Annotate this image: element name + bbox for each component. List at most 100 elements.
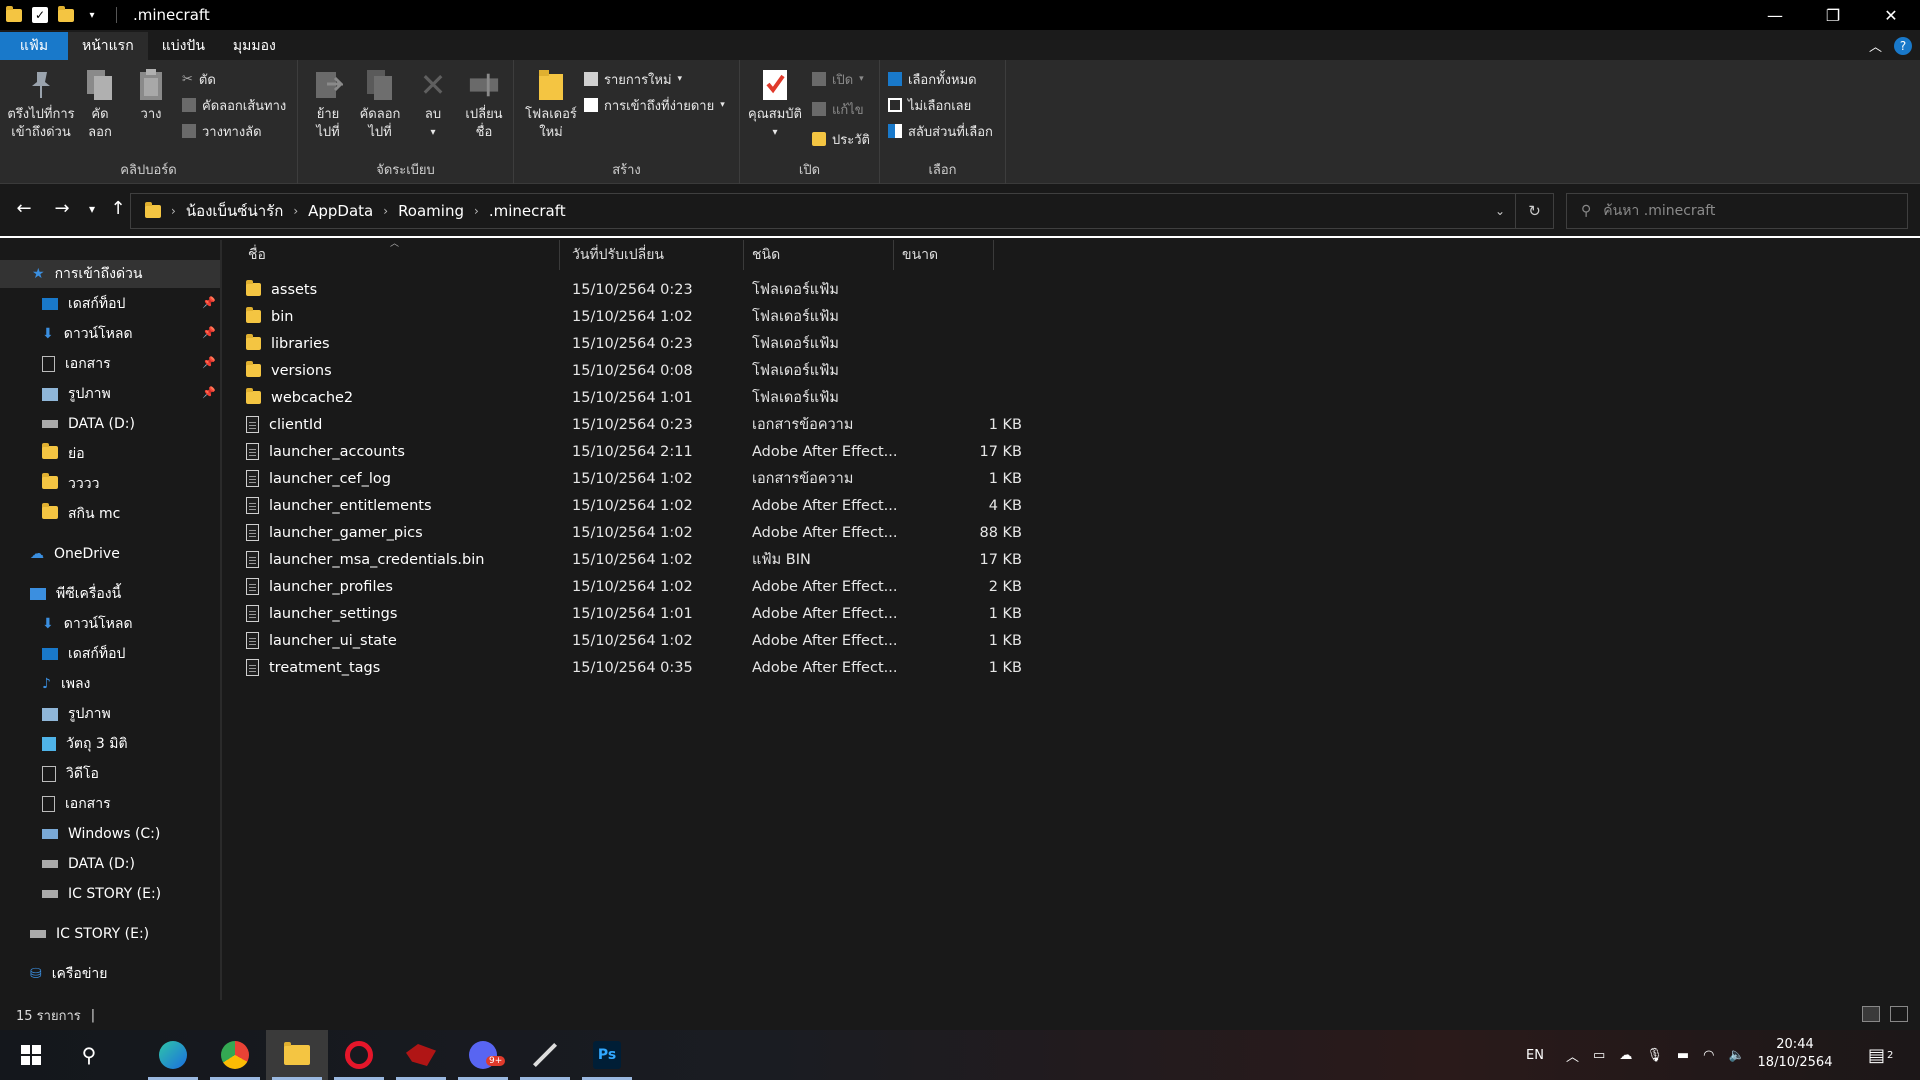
sidebar-item-documents[interactable]: เอกสาร xyxy=(42,790,111,818)
wifi-icon[interactable]: ◠ xyxy=(1703,1048,1714,1063)
pin-quick-access-button[interactable]: ตรึงไปที่การ เข้าถึงด่วน xyxy=(6,68,76,142)
sidebar-item-ic-story-e[interactable]: IC STORY (E:) xyxy=(42,880,161,908)
file-row[interactable]: launcher_gamer_pics 15/10/2564 1:02 Adobe … xyxy=(246,519,1026,546)
file-row[interactable]: bin 15/10/2564 1:02 โฟลเดอร์แฟ้ม xyxy=(246,303,1026,330)
sidebar-item-windows-c[interactable]: Windows (C:) xyxy=(42,820,160,848)
forward-button[interactable]: → xyxy=(50,198,74,219)
tab-share[interactable]: แบ่งปัน xyxy=(148,32,219,60)
recent-locations-dropdown[interactable]: ▾ xyxy=(80,202,104,216)
sidebar-item-network[interactable]: ⛁ เครือข่าย xyxy=(30,960,107,988)
file-row[interactable]: launcher_ui_state 15/10/2564 1:02 Adobe Af… xyxy=(246,627,1026,654)
show-hidden-icons-icon[interactable]: ︿ xyxy=(1566,1046,1579,1065)
file-row[interactable]: launcher_msa_credentials.bin 15/10/2564 1… xyxy=(246,546,1026,573)
paste-shortcut-button[interactable]: วางทางลัด xyxy=(182,120,262,142)
rename-button[interactable]: เปลี่ยน ชื่อ xyxy=(462,68,506,142)
sidebar-item-onedrive[interactable]: ☁ OneDrive xyxy=(30,540,120,568)
file-row[interactable]: libraries 15/10/2564 0:23 โฟลเดอร์แฟ้ม xyxy=(246,330,1026,357)
tab-home[interactable]: หน้าแรก xyxy=(68,32,148,60)
cut-button[interactable]: ✂ ตัด xyxy=(182,68,216,90)
sidebar-item-quick-access[interactable]: ★ การเข้าถึงด่วน xyxy=(0,260,220,288)
photoshop-icon[interactable]: Ps xyxy=(576,1030,638,1080)
tab-file[interactable]: แฟ้ม xyxy=(0,32,68,60)
sidebar-item-folder-yo[interactable]: ย่อ xyxy=(42,440,85,468)
battery-icon[interactable]: ▬ xyxy=(1677,1048,1689,1063)
discord-icon[interactable]: 9+ xyxy=(452,1030,514,1080)
search-button[interactable]: ⚲ xyxy=(58,1030,120,1080)
camera-icon[interactable]: ▭ xyxy=(1593,1048,1605,1063)
refresh-icon[interactable]: ↻ xyxy=(1515,194,1553,228)
sidebar-item-pictures[interactable]: รูปภาพ xyxy=(42,700,111,728)
large-icons-view-icon[interactable] xyxy=(1890,1006,1908,1022)
file-row[interactable]: launcher_entitlements 15/10/2564 1:02 Adob… xyxy=(246,492,1026,519)
file-row[interactable]: launcher_profiles 15/10/2564 1:02 Adobe Af… xyxy=(246,573,1026,600)
properties-check-icon[interactable]: ✓ xyxy=(32,7,48,23)
collapse-ribbon-icon[interactable]: ︿ xyxy=(1869,36,1882,55)
language-indicator[interactable]: EN xyxy=(1526,1030,1544,1080)
select-none-button[interactable]: ไม่เลือกเลย xyxy=(888,94,971,116)
sidebar-item-3d-objects[interactable]: วัตถุ 3 มิติ xyxy=(42,730,128,758)
new-item-button[interactable]: รายการใหม่ ▾ xyxy=(584,68,682,90)
microphone-icon[interactable]: 🎙 xyxy=(1646,1048,1663,1063)
opera-icon[interactable] xyxy=(328,1030,390,1080)
address-dropdown-icon[interactable]: ⌄ xyxy=(1495,204,1505,218)
close-button[interactable]: ✕ xyxy=(1862,0,1920,30)
restore-button[interactable]: ❐ xyxy=(1804,0,1862,30)
sidebar-item-folder-wwww[interactable]: วววว xyxy=(42,470,99,498)
search-input[interactable]: ⚲ ค้นหา .minecraft xyxy=(1566,193,1908,229)
easy-access-button[interactable]: การเข้าถึงที่ง่ายดาย ▾ xyxy=(584,94,725,116)
file-row[interactable]: webcache2 15/10/2564 1:01 โฟลเดอร์แฟ้ม xyxy=(246,384,1026,411)
minimize-button[interactable]: — xyxy=(1746,0,1804,30)
invert-selection-button[interactable]: สลับส่วนที่เลือก xyxy=(888,120,993,142)
select-all-button[interactable]: เลือกทั้งหมด xyxy=(888,68,977,90)
help-icon[interactable]: ? xyxy=(1894,36,1912,55)
file-row[interactable]: assets 15/10/2564 0:23 โฟลเดอร์แฟ้ม xyxy=(246,276,1026,303)
file-row[interactable]: launcher_accounts 15/10/2564 2:11 Adobe Af… xyxy=(246,438,1026,465)
sidebar-item-videos[interactable]: วิดีโอ xyxy=(42,760,99,788)
history-button[interactable]: ประวัติ xyxy=(812,128,870,150)
volume-icon[interactable]: 🔈 xyxy=(1728,1048,1744,1063)
customize-qat-icon[interactable]: ▾ xyxy=(84,7,100,23)
tab-view[interactable]: มุมมอง xyxy=(219,32,290,60)
breadcrumb-user[interactable]: น้องเบ็นซ์น่ารัก xyxy=(186,199,284,223)
sidebar-item-data-d[interactable]: DATA (D:) xyxy=(42,850,135,878)
details-view-icon[interactable] xyxy=(1862,1006,1880,1022)
file-row[interactable]: versions 15/10/2564 0:08 โฟลเดอร์แฟ้ม xyxy=(246,357,1026,384)
clock[interactable]: 20:44 18/10/2564 xyxy=(1750,1036,1840,1072)
sidebar-item-pictures-pinned[interactable]: รูปภาพ xyxy=(42,380,111,408)
up-button[interactable]: ↑ xyxy=(106,198,130,219)
delete-dropdown-icon[interactable]: ▾ xyxy=(430,124,435,142)
open-button[interactable]: เปิด ▾ xyxy=(812,68,864,90)
new-folder-button[interactable]: โฟลเดอร์ ใหม่ xyxy=(524,68,578,142)
chrome-icon[interactable] xyxy=(204,1030,266,1080)
column-header-type[interactable]: ชนิด xyxy=(744,240,894,270)
sidebar-item-desktop-pinned[interactable]: เดสก์ท็อป xyxy=(42,290,125,318)
properties-button[interactable]: คุณสมบัติ ▾ xyxy=(744,68,806,142)
onedrive-cloud-icon[interactable]: ☁ xyxy=(1619,1048,1632,1063)
copy-to-button[interactable]: คัดลอก ไปที่ xyxy=(356,68,404,142)
sidebar-scrollbar[interactable] xyxy=(220,240,222,1000)
new-folder-icon[interactable] xyxy=(58,5,74,23)
sidebar-item-folder-skin-mc[interactable]: สกิน mc xyxy=(42,500,120,528)
copy-path-button[interactable]: คัดลอกเส้นทาง xyxy=(182,94,286,116)
breadcrumb-appdata[interactable]: AppData xyxy=(308,202,373,220)
sidebar-item-music[interactable]: ♪ เพลง xyxy=(42,670,90,698)
breadcrumb-minecraft[interactable]: .minecraft xyxy=(489,202,566,220)
sidebar-item-downloads-pinned[interactable]: ⬇ ดาวน์โหลด xyxy=(42,320,133,348)
edit-button[interactable]: แก้ไข xyxy=(812,98,864,120)
pen-icon[interactable] xyxy=(514,1030,576,1080)
notification-center-button[interactable]: ▤ 2 xyxy=(1868,1030,1893,1080)
column-header-name[interactable]: ชื่อ ︿ xyxy=(240,239,560,270)
breadcrumb-roaming[interactable]: Roaming xyxy=(398,202,464,220)
sidebar-item-this-pc[interactable]: พีซีเครื่องนี้ xyxy=(30,580,121,608)
paste-button[interactable]: วาง xyxy=(134,68,168,124)
start-button[interactable] xyxy=(0,1030,62,1080)
delete-button[interactable]: ✕ ลบ ▾ xyxy=(416,68,450,142)
file-explorer-icon[interactable] xyxy=(266,1030,328,1080)
sidebar-item-data-d-quick[interactable]: DATA (D:) xyxy=(42,410,135,438)
column-header-size[interactable]: ขนาด xyxy=(894,240,994,270)
sidebar-item-downloads[interactable]: ⬇ ดาวน์โหลด xyxy=(42,610,133,638)
column-header-date[interactable]: วันที่ปรับเปลี่ยน xyxy=(564,240,744,270)
file-row[interactable]: clientId 15/10/2564 0:23 เอกสารข้อความ 1 KB xyxy=(246,411,1026,438)
move-to-button[interactable]: ย้าย ไปที่ xyxy=(308,68,348,142)
file-row[interactable]: launcher_settings 15/10/2564 1:01 Adobe Af… xyxy=(246,600,1026,627)
